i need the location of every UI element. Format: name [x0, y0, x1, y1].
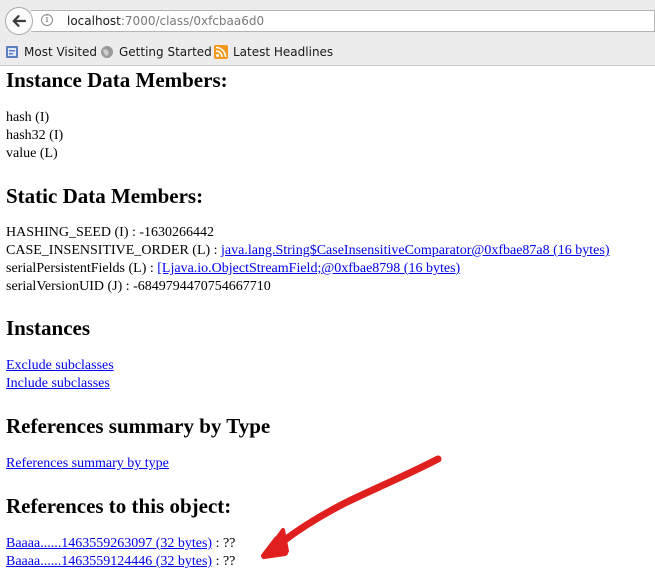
references-summary-row: References summary by type: [6, 455, 169, 473]
info-icon[interactable]: i: [41, 14, 53, 26]
address-bar[interactable]: i localhost:7000/class/0xfcbaa6d0: [31, 10, 655, 32]
comparator-link[interactable]: java.lang.String$CaseInsensitiveComparat…: [221, 243, 609, 258]
include-subclasses-link[interactable]: Include subclasses: [6, 376, 110, 391]
bookmark-icon: [5, 45, 19, 59]
rss-icon: [214, 45, 228, 59]
bookmark-label: Most Visited: [24, 45, 98, 59]
references-heading: References to this object:: [6, 494, 232, 518]
static-member-text: serialPersistentFields (L) :: [6, 261, 158, 276]
reference-suffix: : ??: [212, 536, 236, 551]
bookmarks-toolbar: Most Visited Getting Started Latest Head…: [0, 41, 655, 63]
instances-option: Include subclasses: [6, 375, 110, 393]
references-summary-heading: References summary by Type: [6, 414, 271, 438]
static-member: serialVersionUID (J) : -6849794470754667…: [6, 278, 271, 296]
instance-member: value (L): [6, 146, 58, 161]
bookmark-most-visited[interactable]: Most Visited: [5, 43, 97, 61]
reference-link[interactable]: Baaaa......1463559124446 (32 bytes): [6, 554, 212, 569]
reference-row: Baaaa......1463559263097 (32 bytes) : ??: [6, 535, 235, 553]
globe-icon: [100, 45, 114, 59]
browser-chrome: i localhost:7000/class/0xfcbaa6d0 Most V…: [0, 0, 655, 66]
instances-option: Exclude subclasses: [6, 357, 114, 375]
static-member: serialPersistentFields (L) : [Ljava.io.O…: [6, 260, 460, 278]
reference-row: Baaaa......1463559124446 (32 bytes) : ??: [6, 553, 235, 571]
references-summary-link[interactable]: References summary by type: [6, 456, 169, 471]
instance-member: hash (I): [6, 110, 50, 125]
instances-heading: Instances: [6, 316, 91, 340]
static-member: CASE_INSENSITIVE_ORDER (L) : java.lang.S…: [6, 242, 610, 260]
navigation-bar: i localhost:7000/class/0xfcbaa6d0: [0, 4, 655, 36]
reference-link[interactable]: Baaaa......1463559263097 (32 bytes): [6, 536, 212, 551]
static-member-text: CASE_INSENSITIVE_ORDER (L) :: [6, 243, 222, 258]
url-text: localhost:7000/class/0xfcbaa6d0: [67, 11, 264, 31]
serial-fields-link[interactable]: [Ljava.io.ObjectStreamField;@0xfbae8798 …: [157, 261, 460, 276]
static-member-text: serialVersionUID (J) : -6849794470754667…: [6, 279, 271, 294]
bookmark-getting-started[interactable]: Getting Started: [100, 43, 212, 61]
static-heading: Static Data Members:: [6, 184, 204, 208]
back-button[interactable]: [5, 7, 33, 35]
bookmark-label: Getting Started: [119, 45, 212, 59]
instance-member: hash32 (I): [6, 128, 64, 143]
bookmark-label: Latest Headlines: [233, 45, 334, 59]
bookmark-latest-headlines[interactable]: Latest Headlines: [214, 43, 333, 61]
reference-suffix: : ??: [212, 554, 236, 569]
url-path: :7000/class/0xfcbaa6d0: [120, 14, 265, 28]
instance-heading: Instance Data Members:: [6, 68, 228, 92]
url-host: localhost: [67, 14, 121, 28]
static-member-text: HASHING_SEED (I) : -1630266442: [6, 225, 215, 240]
back-arrow-icon: [12, 15, 27, 27]
exclude-subclasses-link[interactable]: Exclude subclasses: [6, 358, 114, 373]
static-member: HASHING_SEED (I) : -1630266442: [6, 224, 214, 242]
